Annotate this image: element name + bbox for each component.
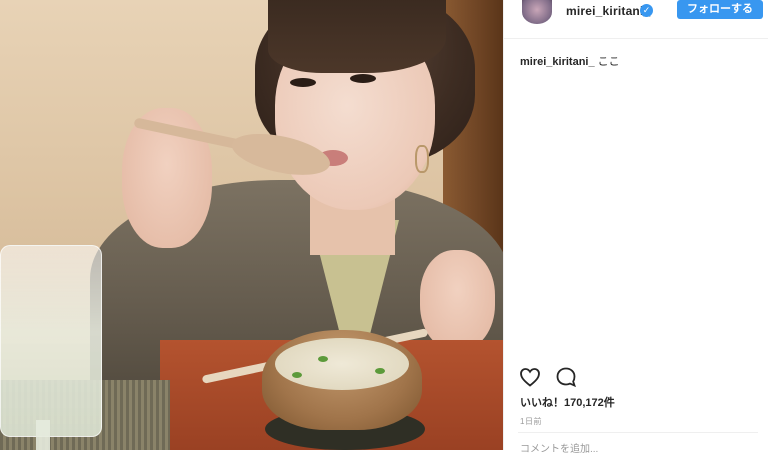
garnish [375,368,385,374]
post-side-panel: mirei_kiritani_ ✓ フォローする mirei_kiritani_… [503,0,768,455]
caption-text: ここ [597,56,620,68]
left-eye [290,78,316,87]
post-header: mirei_kiritani_ ✓ フォローする [504,0,768,39]
soup [275,338,409,390]
comment-icon[interactable] [554,365,578,389]
right-eye [350,74,376,83]
follow-button[interactable]: フォローする [677,0,763,19]
likes-count[interactable]: いいね！170,172件 [520,394,615,410]
garnish [318,356,328,362]
caption-username[interactable]: mirei_kiritani_ [520,56,595,68]
post-photo[interactable] [0,0,503,450]
verified-badge-icon: ✓ [640,4,653,17]
right-hand [420,250,495,350]
bangs [268,0,446,73]
glass [0,245,102,437]
heart-icon[interactable] [518,365,542,389]
action-bar [518,365,758,391]
earring [415,145,429,173]
caption: mirei_kiritani_ ここ [520,53,620,69]
username-link[interactable]: mirei_kiritani_ [566,4,650,18]
comment-input[interactable]: コメントを追加... [520,440,598,455]
divider [518,432,758,433]
glass-stem [36,420,50,450]
avatar[interactable] [522,0,552,24]
post-time: 1日前 [520,417,542,426]
garnish [292,372,302,378]
